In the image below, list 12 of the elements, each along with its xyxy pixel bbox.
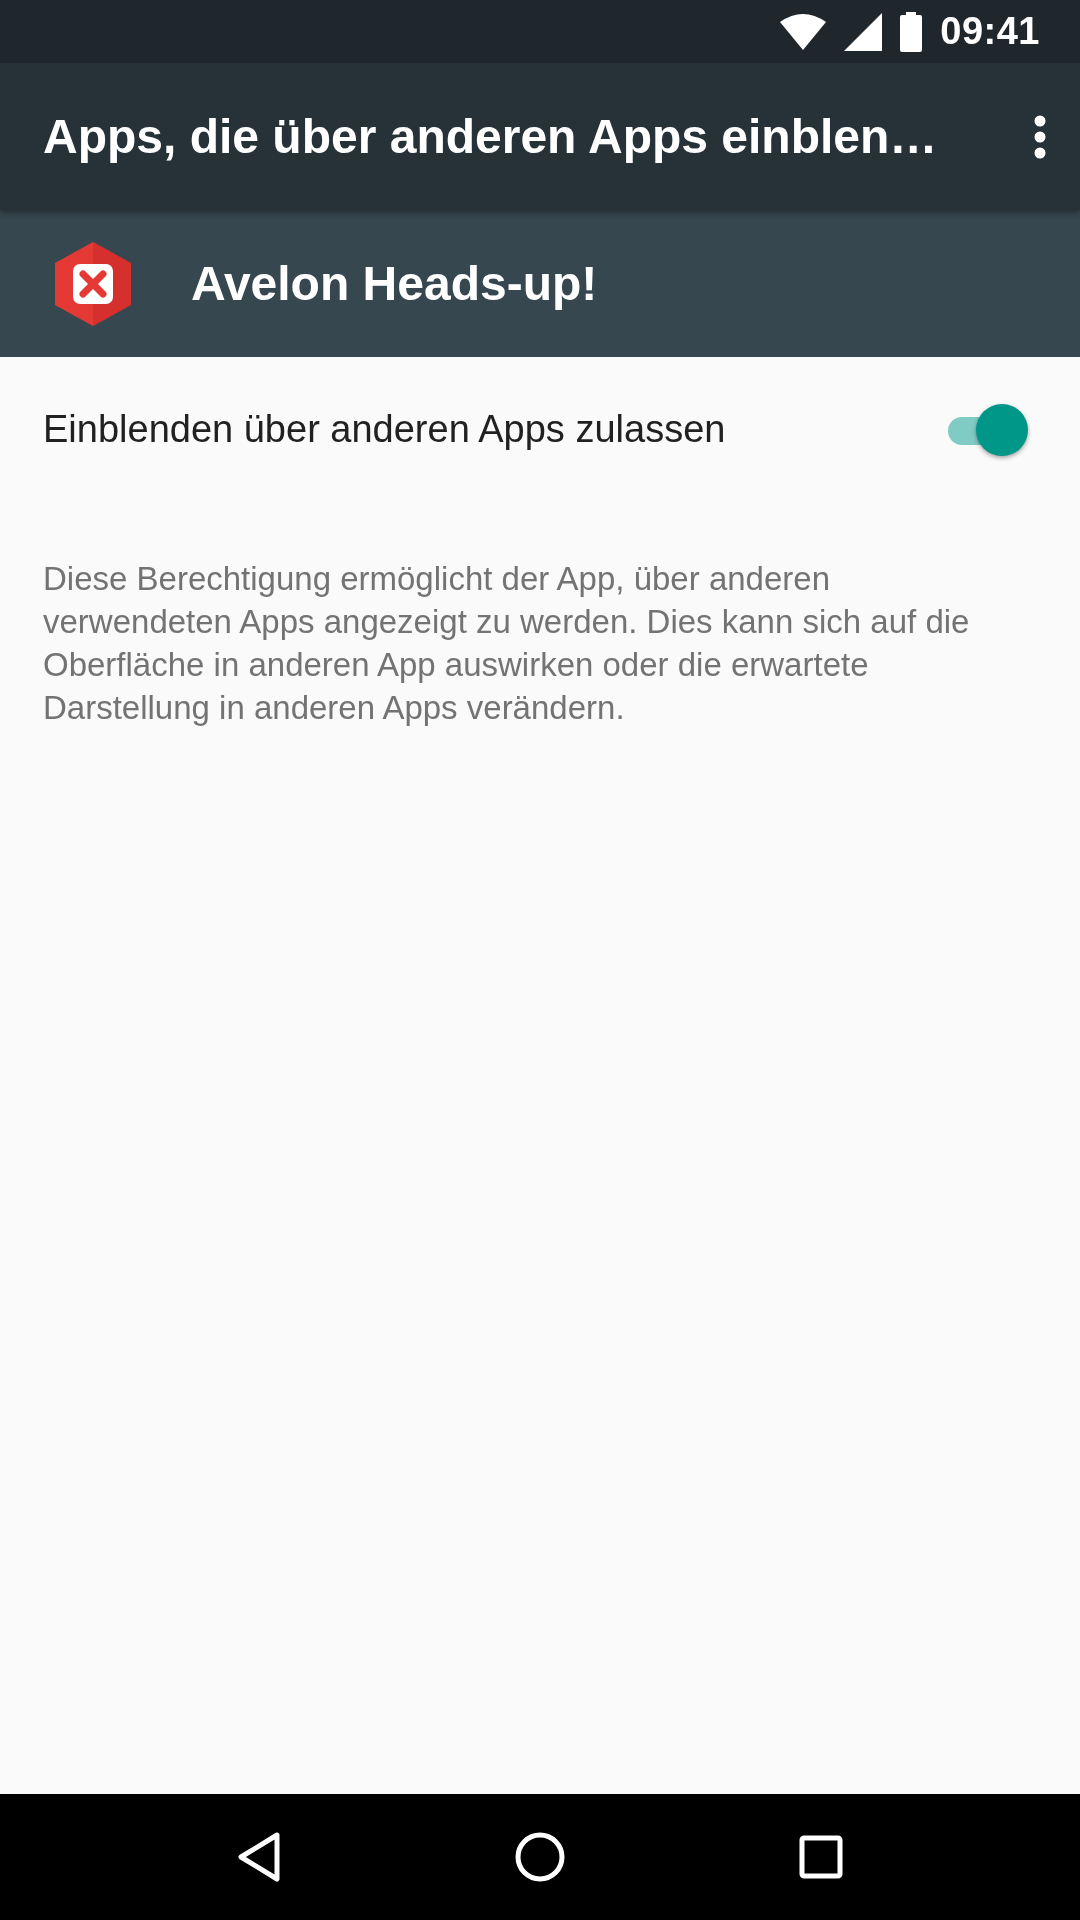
battery-icon [900,11,923,52]
app-icon [55,241,131,326]
back-icon[interactable] [237,1832,281,1882]
wifi-icon [780,13,827,50]
clock-time: 09:41 [940,10,1040,53]
home-icon[interactable] [515,1832,565,1882]
setting-label: Einblenden über anderen Apps zulassen [43,408,726,451]
permission-description: Diese Berechtigung ermöglicht der App, über anderen verwendeten Apps angezeigt zu werden. Dies kann sich auf die Oberfläche in anderen App auswirken oder die erwartete Darstellung in anderen Apps verändern. [43,559,971,728]
screen-title: Apps, die über anderen Apps einblen… [43,109,939,164]
app-name: Avelon Heads-up! [191,256,598,311]
signal-icon [844,12,883,51]
recents-icon[interactable] [799,1835,843,1879]
